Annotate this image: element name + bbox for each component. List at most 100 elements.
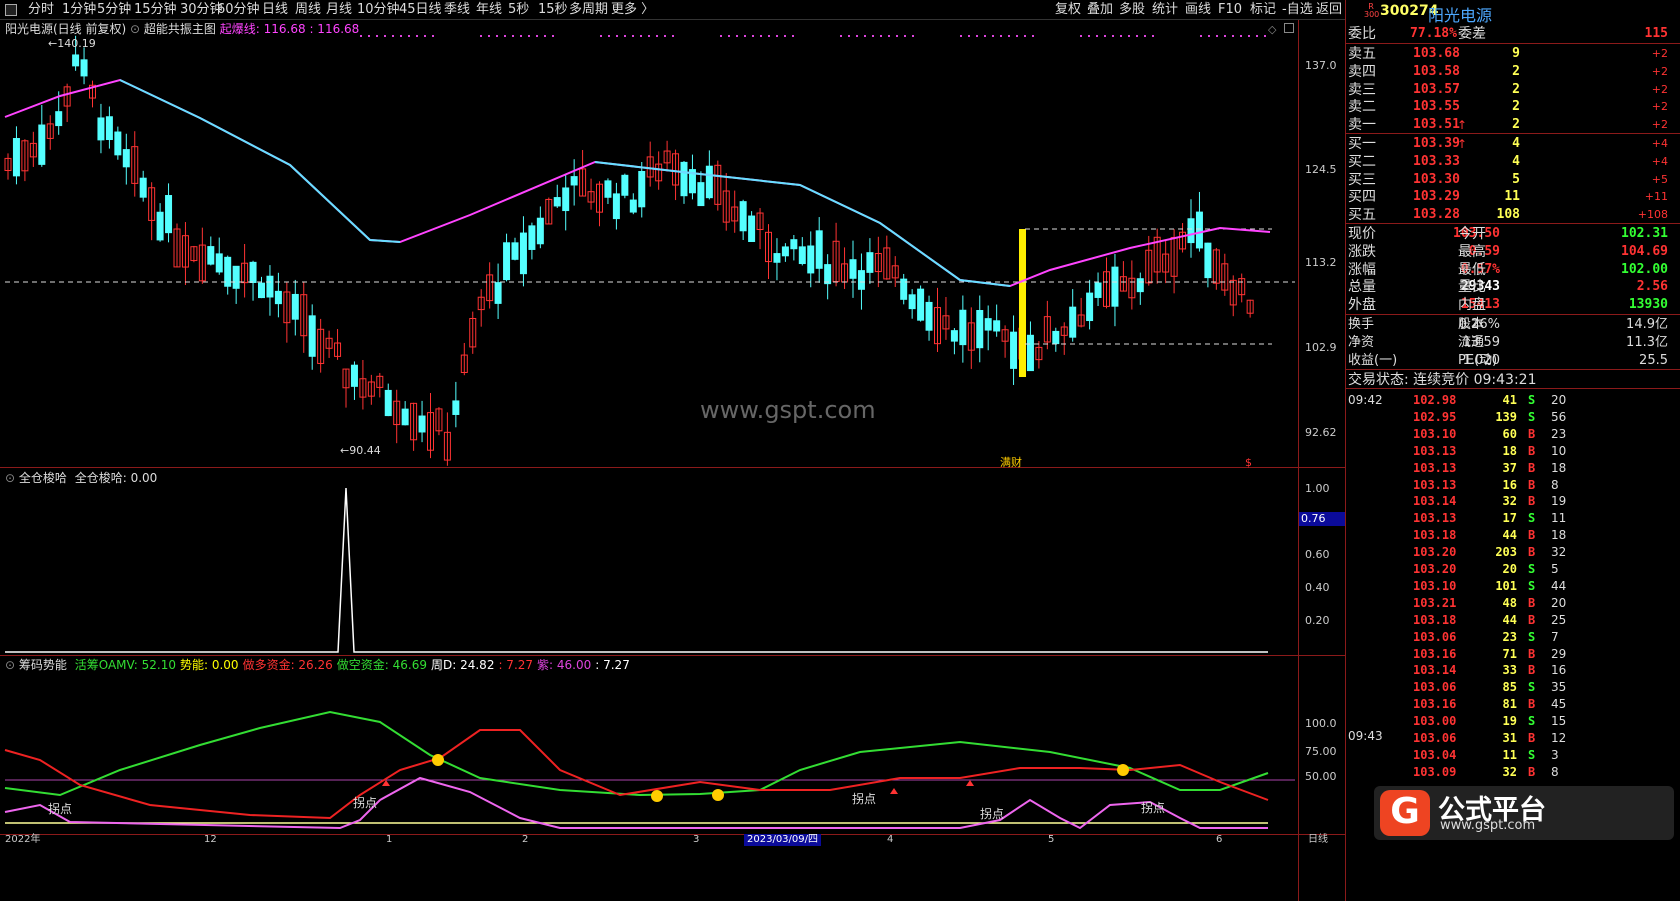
ind1-settings-icon[interactable]: ⊙ <box>5 471 15 485</box>
signal-dot <box>672 35 674 37</box>
dollar-marker: $ <box>1245 456 1252 469</box>
quote-stat: 收益(一) <box>1348 352 1398 368</box>
tick-price: 103.10 <box>1413 426 1457 441</box>
candle-body <box>570 176 578 186</box>
ind1-title[interactable]: 全仓梭哈 <box>19 471 67 485</box>
signal-dot <box>368 35 370 37</box>
time-axis-label: 4 <box>887 834 894 845</box>
tick-volume: 32 <box>1502 494 1517 509</box>
orderbook-volume: 9 <box>1512 46 1520 61</box>
signal-dot <box>976 35 978 37</box>
orderbook-volume: 2 <box>1512 63 1520 79</box>
tick-count: 10 <box>1551 443 1567 458</box>
tick-volume: 37 <box>1502 460 1517 475</box>
signal-dot <box>528 35 530 37</box>
candle-body <box>638 170 646 208</box>
candle-body <box>536 217 544 245</box>
candle-body <box>917 288 925 321</box>
tick-side: B <box>1528 764 1536 779</box>
candle-body <box>72 54 80 67</box>
signal-dot <box>960 35 962 37</box>
tick-count: 3 <box>1551 747 1559 762</box>
signal-dot <box>1136 35 1138 37</box>
tick-side: S <box>1528 562 1536 576</box>
orderbook-label: 卖五 <box>1348 46 1376 62</box>
tick-time: 09:42 <box>1348 393 1383 407</box>
signal-dot <box>400 35 402 37</box>
tick-side: B <box>1528 731 1536 745</box>
candle-body <box>612 193 620 220</box>
tick-side: B <box>1528 528 1536 543</box>
signal-dot <box>728 35 730 37</box>
orderbook-price: 103.55 <box>1413 99 1460 115</box>
tick-volume: 41 <box>1502 393 1517 407</box>
tick-volume: 44 <box>1502 612 1517 627</box>
quote-stat: PE(动) <box>1458 352 1498 368</box>
signal-dot <box>1120 35 1122 37</box>
tick-count: 15 <box>1551 714 1567 729</box>
candle-body <box>528 225 536 250</box>
tick-count: 44 <box>1551 578 1567 593</box>
candle-body <box>215 253 223 273</box>
candle-body <box>452 400 460 415</box>
tick-volume: 101 <box>1495 578 1517 593</box>
candle-body <box>12 138 20 177</box>
tick-count: 56 <box>1551 409 1567 424</box>
tick-count: 20 <box>1551 393 1567 407</box>
tick-count: 20 <box>1551 595 1567 610</box>
ma-line <box>4 78 1271 288</box>
signal-dot <box>784 35 786 37</box>
candle-body <box>97 117 105 141</box>
signal-dot <box>544 35 546 37</box>
tick-side: B <box>1528 612 1536 627</box>
orderbook-label: 卖三 <box>1348 81 1376 98</box>
candle-body <box>562 187 570 212</box>
kline-chart[interactable] <box>0 0 1345 901</box>
logo-icon: G <box>1380 790 1430 836</box>
axis-tick-label: 0.60 <box>1305 548 1330 561</box>
signal-dot <box>912 35 914 37</box>
orderbook-volume: 11 <box>1504 189 1520 205</box>
signal-dot <box>648 35 650 37</box>
candle-body <box>748 215 756 242</box>
candle-body <box>38 124 46 165</box>
orderbook-volume: 2 <box>1512 117 1520 133</box>
signal-dot <box>432 35 434 37</box>
candle-body <box>604 180 612 198</box>
candle-body <box>1094 282 1102 298</box>
signal-dot <box>1256 35 1258 37</box>
weicha-value: 115 <box>1644 26 1668 41</box>
orderbook-label: 买二 <box>1348 153 1376 170</box>
candle-body <box>122 149 130 168</box>
ind2-settings-icon[interactable]: ⊙ <box>5 658 15 672</box>
tick-price: 103.06 <box>1413 680 1457 695</box>
orderbook-label: 买四 <box>1348 189 1376 206</box>
tick-price: 103.16 <box>1413 697 1457 712</box>
tick-volume: 31 <box>1502 731 1517 745</box>
tick-volume: 17 <box>1502 511 1517 526</box>
signal-dot <box>840 35 842 37</box>
tick-price: 103.21 <box>1413 595 1457 610</box>
time-axis-label: 2 <box>522 834 529 845</box>
signal-dot <box>1032 35 1034 37</box>
tick-side: B <box>1528 646 1536 661</box>
signal-dot <box>720 35 722 37</box>
tick-time: 09:43 <box>1348 729 1383 743</box>
signal-dot <box>520 35 522 37</box>
ind2-value: 势能: 0.00 <box>179 658 239 672</box>
quote-stat: 25.5 <box>1639 352 1668 368</box>
ind2-value: 活筹OAMV: 52.10 <box>74 658 176 672</box>
orderbook-change: +108 <box>1637 208 1668 222</box>
ind2-purple-line <box>4 776 1268 830</box>
signal-marker-label: 满财 <box>1000 456 1022 469</box>
axis-tick-label: 113.2 <box>1305 256 1337 269</box>
tick-volume: 33 <box>1502 663 1517 678</box>
tick-side: S <box>1528 747 1536 762</box>
tick-price: 103.09 <box>1413 764 1457 779</box>
candle-body <box>1195 211 1203 249</box>
signal-dot <box>1144 35 1146 37</box>
ind2-title[interactable]: 筹码势能 <box>19 658 67 672</box>
axis-tick-label: 137.0 <box>1305 59 1337 72</box>
time-axis-label: 2022年 <box>5 834 41 845</box>
turning-point-label: 拐点 <box>980 807 1005 821</box>
